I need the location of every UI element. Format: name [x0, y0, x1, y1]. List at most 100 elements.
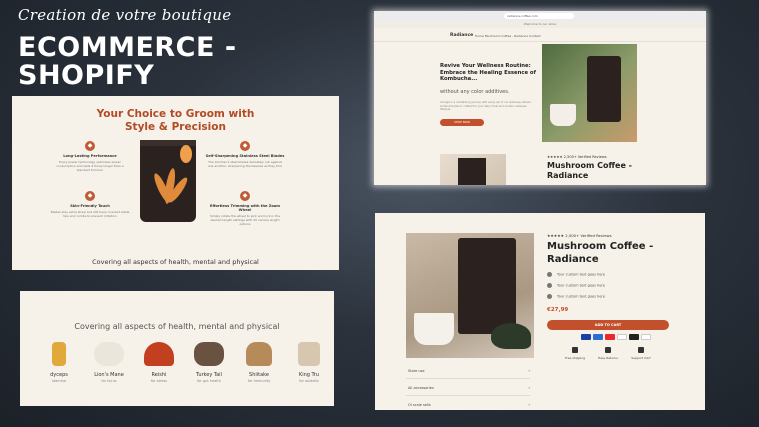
box-icon [605, 347, 611, 353]
accordion-label: Ol scale sells [408, 403, 431, 407]
reishi-icon [144, 342, 174, 366]
ingredients-card: Covering all aspects of health, mental a… [20, 291, 334, 406]
groom-footer-text: Covering all aspects of health, mental a… [92, 258, 259, 266]
paypal-icon [617, 334, 627, 340]
wheel-icon: ◆ [240, 191, 250, 201]
product-bag-image [587, 56, 621, 122]
product-main-image[interactable] [406, 233, 534, 358]
product-title: Mushroom Coffee - Radiance [547, 161, 632, 181]
feature-desc: Blades stay extra sharp but still have r… [50, 210, 130, 218]
feature-text: Your custom text goes here [557, 283, 605, 288]
ingredient-name: Reishi [151, 372, 167, 378]
feature-title: Effortless Trimming with the Zoom Wheel [209, 204, 281, 212]
product-title-line-2: Radiance [547, 171, 589, 180]
product-title-line-1: Mushroom Coffee - [547, 241, 654, 252]
groom-heading: Your Choice to Groom with Style & Precis… [12, 108, 339, 134]
groom-card: Your Choice to Groom with Style & Precis… [12, 96, 339, 270]
product-bag-image [458, 238, 516, 334]
browser-window: radiance-coffee.com Welcome to our store… [374, 11, 706, 185]
ingredient-item[interactable]: King Tru for oxidativ [284, 342, 334, 383]
add-to-cart-button[interactable]: ADD TO CART [547, 320, 669, 330]
shop-now-button[interactable]: SHOP NOW [440, 119, 484, 126]
rating-stars: ★★★★★ 2,500+ Verified Reviews [547, 233, 612, 238]
shiitake-icon [246, 342, 272, 366]
nav-menu[interactable]: Home Mushroom Coffee - Radiance Contact [475, 34, 541, 38]
browser-toolbar: radiance-coffee.com [374, 11, 706, 21]
feature-title: Self-Sharpening Stainless Steel Blades [205, 154, 285, 158]
ingredient-benefit: for immunity [247, 379, 271, 383]
ingredient-item[interactable]: dyceps stamina [34, 342, 84, 383]
feature-row: Your custom text goes here [547, 294, 605, 299]
ingredient-name: dyceps [50, 372, 68, 378]
ingredient-benefit: for oxidativ [299, 379, 319, 383]
feature-title: Skin-Friendly Touch [70, 204, 110, 208]
groom-heading-line-2: Style & Precision [125, 121, 226, 133]
feature-row: Your custom text goes here [547, 283, 605, 288]
apple-pay-icon [629, 334, 639, 340]
ingredient-item[interactable]: Reishi for stress [134, 342, 184, 383]
feature-item: ◆ Effortless Trimming with the Zoom Whee… [205, 191, 285, 226]
headset-icon [638, 347, 644, 353]
google-pay-icon [641, 334, 651, 340]
mastercard-icon [605, 334, 615, 340]
hero-paragraph: Indulge in a revitalizing journey with e… [440, 101, 531, 111]
accordion-label: All accessories [408, 386, 434, 390]
perk-item: Support 24/7 [621, 347, 661, 360]
product-price: €27,99 [547, 307, 569, 313]
product-thumbnail[interactable] [440, 154, 506, 185]
accordion-item[interactable]: Store use › [406, 363, 530, 379]
ingredient-name: Lion's Mane [94, 372, 124, 378]
leaf-image [491, 323, 531, 349]
product-page: ★★★★★ 2,500+ Verified Reviews Mushroom C… [375, 213, 705, 410]
hero-image [542, 44, 637, 142]
feature-item: ◆ Long-Lasting Performance Enjoy power t… [50, 141, 130, 172]
chevron-right-icon: › [528, 368, 530, 373]
accordion-item[interactable]: Ol scale sells › [406, 397, 530, 410]
ingredient-name: Turkey Tail [196, 372, 222, 378]
lions-mane-icon [94, 342, 124, 366]
feature-text: Your custom text goes here [557, 294, 605, 299]
ingredients-heading: Covering all aspects of health, mental a… [74, 322, 280, 331]
accordion-label: Store use [408, 369, 425, 373]
ingredient-item[interactable]: Lion's Mane for focus [84, 342, 134, 383]
feature-desc: Simply rotate the wheel to pick and lock… [209, 214, 281, 226]
feature-desc: The trimmer's steel blades delicately ru… [207, 160, 283, 168]
truck-icon [572, 347, 578, 353]
skin-icon: ◆ [85, 191, 95, 201]
product-title-line-2: Radiance [547, 254, 599, 265]
product-bag-image [140, 140, 196, 222]
perk-label: Easy Returns [598, 356, 618, 360]
ingredient-benefit: stamina [51, 379, 67, 383]
turkey-tail-icon [194, 342, 224, 366]
product-title: Mushroom Coffee - Radiance [547, 240, 653, 266]
hero-heading: Revive Your Wellness Routine: Embrace th… [440, 63, 536, 82]
rating-stars: ★★★★★ 2,500+ Verified Reviews [547, 155, 607, 159]
feature-item: ◆ Skin-Friendly Touch Blades stay extra … [50, 191, 130, 218]
feature-icon [547, 294, 552, 299]
coffee-cup-image [414, 313, 454, 345]
groom-heading-line-1: Your Choice to Groom with [96, 108, 255, 120]
amex-icon [581, 334, 591, 340]
site-logo[interactable]: Radiance [450, 33, 473, 38]
page-title: ECOMMERCE - SHOPIFY [18, 34, 237, 90]
ingredient-benefit: for gut health [197, 379, 221, 383]
title-line-2: SHOPIFY [18, 60, 155, 91]
ingredient-item[interactable]: Shiitake for immunity [234, 342, 284, 383]
ingredient-benefit: for focus [101, 379, 117, 383]
chevron-right-icon: › [528, 402, 530, 407]
address-bar[interactable]: radiance-coffee.com [504, 13, 574, 19]
feature-icon [547, 283, 552, 288]
hero-subheading: without any color additives. [440, 89, 510, 95]
script-subtitle: Creation de votre boutique [18, 6, 232, 24]
product-bag-image [458, 158, 486, 185]
blade-icon: ◆ [240, 141, 250, 151]
perk-label: Free shipping [564, 356, 586, 360]
visa-icon [593, 334, 603, 340]
payment-icons [581, 334, 653, 340]
ingredient-item[interactable]: Turkey Tail for gut health [184, 342, 234, 383]
product-title-line-1: Mushroom Coffee - [547, 161, 632, 170]
site-nav: Radiance Home Mushroom Coffee - Radiance… [374, 30, 706, 42]
ingredient-benefit: for stress [150, 379, 168, 383]
accordion-item[interactable]: All accessories › [406, 380, 530, 396]
feature-item: ◆ Self-Sharpening Stainless Steel Blades… [205, 141, 285, 168]
